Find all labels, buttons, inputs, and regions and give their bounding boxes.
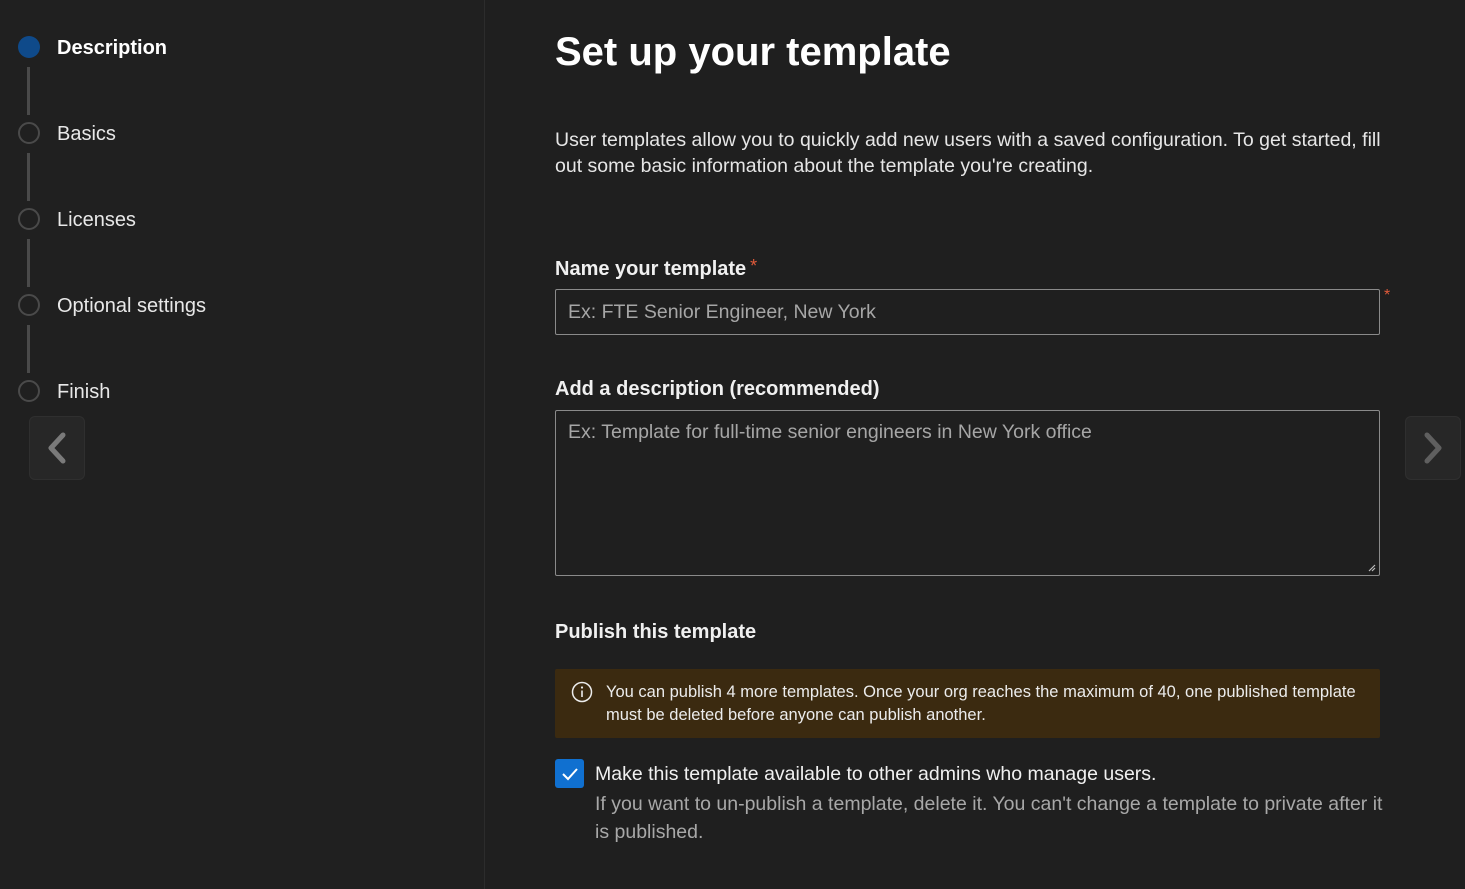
banner-message: You can publish 4 more templates. Once y…: [606, 683, 1356, 724]
step-indicator: [18, 380, 40, 402]
intro-text: User templates allow you to quickly add …: [555, 129, 1381, 177]
resize-handle-icon[interactable]: [1366, 562, 1376, 572]
step-connector: [27, 153, 30, 201]
wizard-step-licenses[interactable]: Licenses: [0, 204, 400, 234]
step-label: Finish: [57, 381, 111, 403]
previous-button[interactable]: [29, 416, 85, 480]
step-label: Licenses: [57, 209, 136, 231]
chevron-left-icon: [48, 432, 66, 464]
wizard-step-finish[interactable]: Finish: [0, 376, 400, 406]
step-label: Basics: [57, 123, 116, 145]
required-marker: *: [1384, 287, 1391, 304]
step-label: Optional settings: [57, 295, 206, 317]
chevron-right-icon: [1424, 432, 1442, 464]
step-indicator: [18, 294, 40, 316]
wizard-step-basics[interactable]: Basics: [0, 118, 400, 148]
info-icon: [571, 681, 593, 703]
step-connector: [27, 239, 30, 287]
publish-help-text: If you want to un-publish a template, de…: [595, 793, 1383, 843]
name-field-label: Name your template *: [555, 256, 757, 282]
description-field-label: Add a description (recommended): [555, 378, 880, 400]
template-description-input[interactable]: [555, 410, 1380, 576]
step-connector: [27, 67, 30, 115]
name-field-label-text: Name your template: [555, 258, 747, 280]
wizard-step-description[interactable]: Description: [0, 32, 400, 62]
template-name-input[interactable]: [555, 289, 1380, 335]
publish-checkbox[interactable]: [555, 759, 584, 788]
step-indicator-active: [18, 36, 40, 58]
wizard-steps-pane: Description Basics Licenses Optional set…: [0, 0, 485, 889]
publish-heading: Publish this template: [555, 621, 757, 643]
checkmark-icon: [561, 767, 578, 780]
wizard-step-optional-settings[interactable]: Optional settings: [0, 290, 400, 320]
next-button[interactable]: [1405, 416, 1461, 480]
required-marker: *: [750, 256, 758, 276]
step-label: Description: [57, 37, 168, 59]
publish-checkbox-label[interactable]: Make this template available to other ad…: [595, 761, 1156, 787]
step-indicator: [18, 122, 40, 144]
description-field-wrapper: [555, 410, 1380, 576]
page-title: Set up your template: [555, 30, 951, 74]
step-connector: [27, 325, 30, 373]
step-indicator: [18, 208, 40, 230]
publish-info-banner: You can publish 4 more templates. Once y…: [555, 669, 1380, 738]
